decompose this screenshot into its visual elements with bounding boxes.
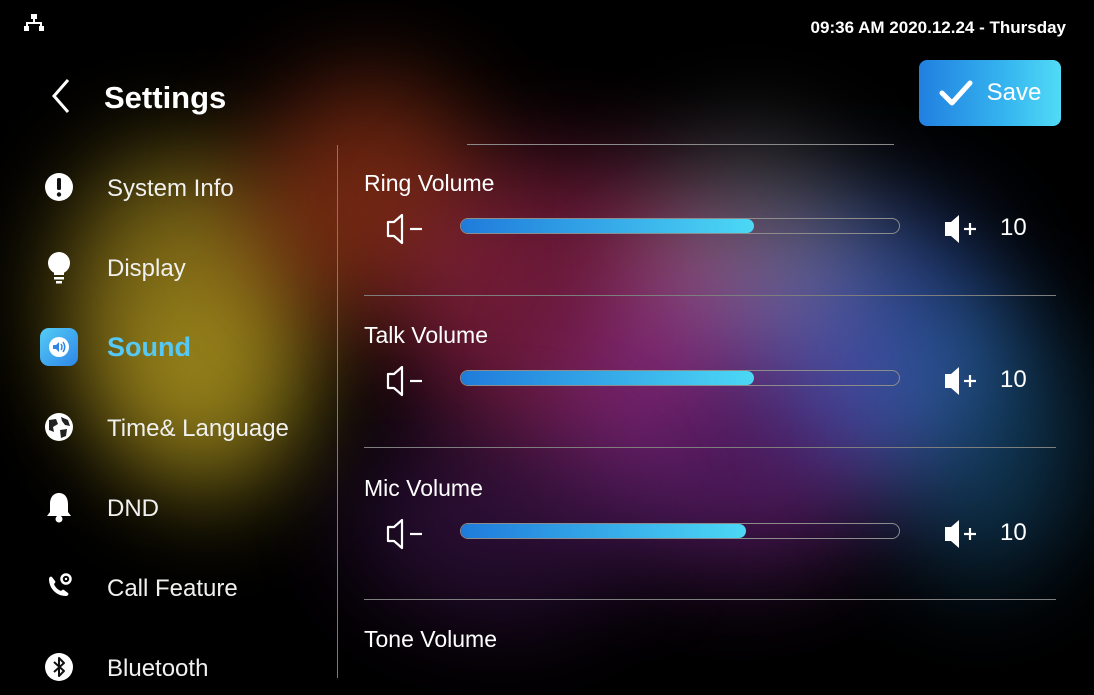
talk-volume-setting: Talk Volume 10	[364, 322, 1056, 472]
talk-volume-slider[interactable]	[460, 370, 900, 386]
section-divider	[467, 144, 894, 145]
sidebar-item-bluetooth[interactable]: Bluetooth	[0, 635, 336, 695]
section-divider	[364, 599, 1056, 600]
ring-volume-slider[interactable]	[460, 218, 900, 234]
sidebar-item-label: DND	[107, 495, 159, 522]
sidebar-item-display[interactable]: Display	[0, 235, 336, 295]
globe-icon	[40, 408, 78, 446]
mic-volume-setting: Mic Volume 10	[364, 475, 1056, 625]
volume-down-icon[interactable]	[384, 517, 428, 551]
sidebar-item-label: Time& Language	[107, 415, 289, 442]
network-icon	[24, 14, 44, 31]
tone-volume-label: Tone Volume	[364, 626, 497, 652]
bluetooth-icon	[40, 648, 78, 686]
sidebar-item-label: Display	[107, 255, 186, 282]
save-button[interactable]: Save	[919, 60, 1061, 126]
sidebar-item-label: Bluetooth	[107, 655, 209, 682]
ring-volume-label: Ring Volume	[364, 170, 495, 196]
save-label: Save	[986, 79, 1042, 106]
volume-slider-fill	[461, 524, 746, 538]
volume-up-icon[interactable]	[942, 212, 986, 246]
info-icon	[40, 168, 78, 206]
ring-volume-value: 10	[1000, 214, 1027, 241]
sidebar-item-label: Sound	[107, 332, 191, 362]
sidebar-item-label: System Info	[107, 175, 234, 202]
sidebar-item-sound[interactable]: Sound	[0, 315, 336, 375]
talk-volume-label: Talk Volume	[364, 322, 489, 348]
ring-volume-setting: Ring Volume 10	[364, 170, 1056, 320]
sidebar-item-system-info[interactable]: System Info	[0, 155, 336, 215]
volume-down-icon[interactable]	[384, 364, 428, 398]
speaker-icon	[40, 328, 78, 366]
sidebar-item-dnd[interactable]: DND	[0, 475, 336, 535]
phone-gear-icon	[40, 568, 78, 606]
checkmark-icon	[939, 80, 973, 106]
volume-slider-fill	[461, 219, 755, 233]
volume-down-icon[interactable]	[384, 212, 428, 246]
mic-volume-value: 10	[1000, 519, 1027, 546]
sidebar-item-call-feature[interactable]: Call Feature	[0, 555, 336, 615]
status-bar: 09:36 AM 2020.12.24 - Thursday	[0, 0, 1094, 40]
volume-up-icon[interactable]	[942, 517, 986, 551]
talk-volume-value: 10	[1000, 366, 1027, 393]
page-title: Settings	[104, 80, 227, 115]
mic-volume-label: Mic Volume	[364, 475, 483, 501]
section-divider	[364, 447, 1056, 448]
back-button[interactable]	[44, 76, 80, 116]
header: Settings Save	[0, 60, 1094, 130]
mic-volume-slider[interactable]	[460, 523, 900, 539]
chevron-left-icon	[52, 79, 70, 113]
sidebar-item-time-language[interactable]: Time& Language	[0, 395, 336, 455]
sidebar-item-label: Call Feature	[107, 575, 238, 602]
volume-up-icon[interactable]	[942, 364, 986, 398]
section-divider	[364, 295, 1056, 296]
datetime-label: 09:36 AM 2020.12.24 - Thursday	[810, 18, 1066, 37]
tone-volume-setting: Tone Volume	[364, 626, 1056, 686]
bell-icon	[40, 488, 78, 526]
volume-slider-fill	[461, 371, 755, 385]
sidebar-divider	[337, 145, 338, 678]
lightbulb-icon	[40, 248, 78, 286]
